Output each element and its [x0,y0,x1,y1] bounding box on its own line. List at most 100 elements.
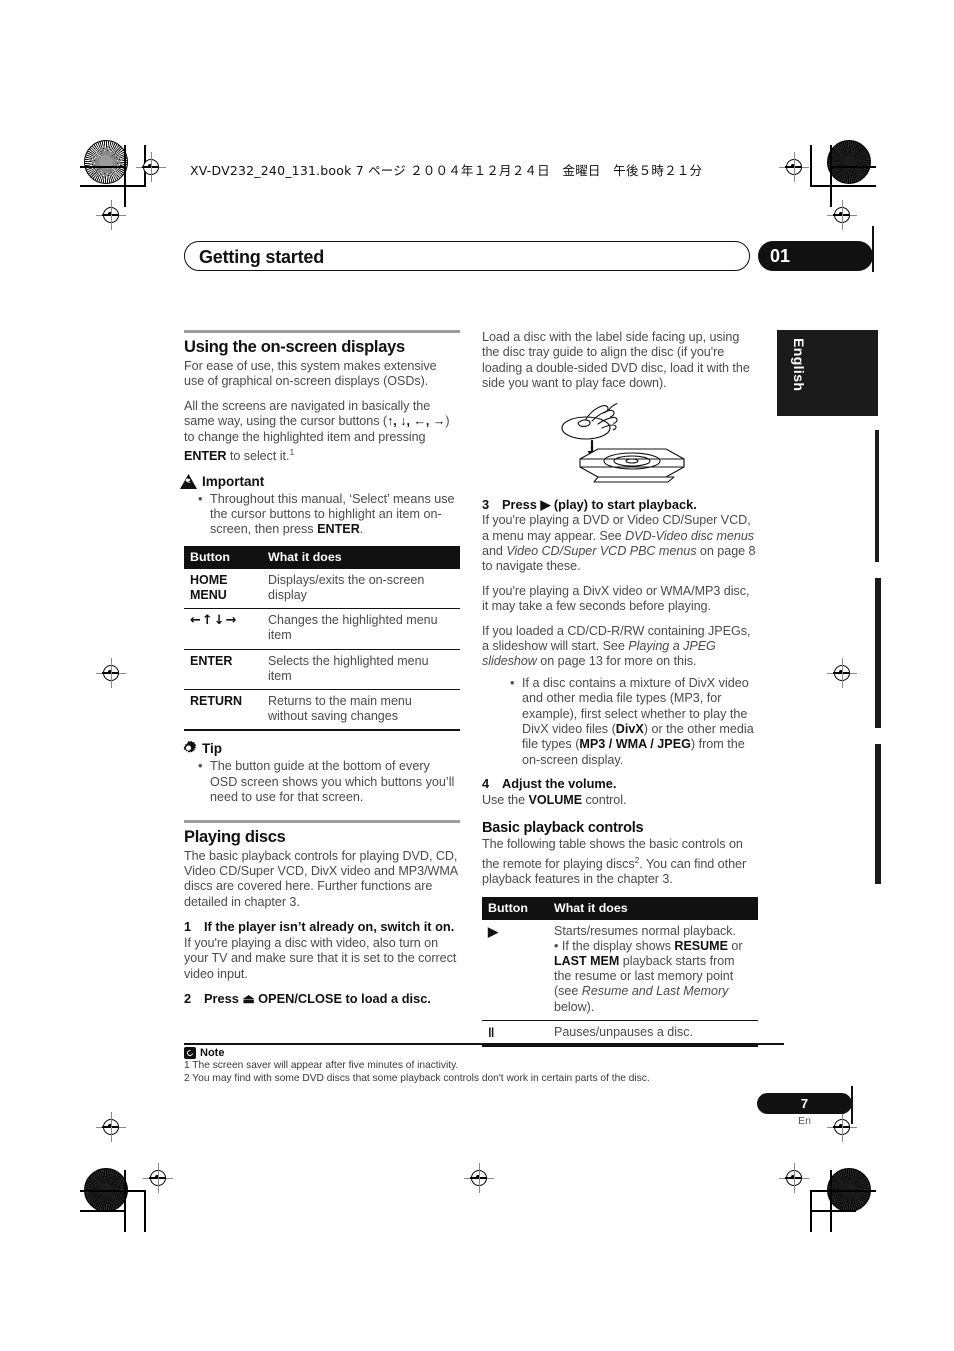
step-2-title: 2 Press ⏏ OPEN/CLOSE to load a disc. [184,991,460,1007]
important-callout: Important Throughout this manual, ‘Selec… [180,473,460,538]
crop-mark [80,1210,126,1212]
tip-callout-header: Tip [183,741,460,757]
registration-mark-bottom-center [464,1163,494,1193]
cursor-arrows-icon: ↑, ↓, ←, → [387,414,446,429]
step-4-number: 4 [482,776,490,792]
important-label: Important [202,473,265,489]
chapter-thumb-index-04 [875,744,881,884]
play-bullet-c: or [727,938,743,953]
step-1-text: If the player isn’t already on, switch i… [204,919,455,935]
registration-mark-left-middle [96,658,126,688]
column-header-what-it-does: What it does [548,896,758,920]
column-header-button: Button [184,545,262,569]
ref-resume-last-memory: Resume and Last Memory [581,984,729,999]
heading-playing-discs: Playing discs [184,827,286,846]
gear-icon [183,741,197,754]
ref-vcd-pbc-menus: Video CD/Super VCD PBC menus [506,543,697,558]
play-bullet-a: If the display shows [561,938,675,953]
warning-triangle-icon [180,473,197,489]
step-3-paragraph-1: If you're playing a DVD or Video CD/Supe… [482,513,758,575]
table-row: ENTER Selects the highlighted menu item [184,649,460,691]
step4-a: Use the [482,792,529,807]
open-close-eject-icon: ⏏ [242,990,255,1006]
title-edge-rule [872,226,874,272]
table-row: RETURN Returns to the main menu without … [184,689,460,732]
osd-navigation-paragraph: All the screens are navigated in basical… [184,399,460,465]
osd-button-table: Button What it does HOME MENU Displays/ex… [184,545,460,732]
tip-callout: Tip The button guide at the bottom of ev… [183,741,460,805]
note-icon [184,1047,196,1059]
footnotes-rule [184,1043,784,1045]
registration-rosette-top-left [84,140,128,184]
cursor-arrows-icon: ←↑↓→ [190,613,238,629]
crop-mark [80,185,146,187]
button-key-cursor-arrows: ←↑↓→ [184,608,262,650]
crop-mark [810,185,876,187]
footnotes-block: Note 1 The screen saver will appear afte… [184,1043,784,1085]
crop-mark [810,1190,876,1192]
hand-loading-disc-icon [561,402,685,483]
step-4-body: Use the VOLUME control. [482,793,758,808]
play-desc-line1: Starts/resumes normal playback. [554,923,737,938]
step-1-body: If you're playing a disc with video, als… [184,935,457,981]
crop-mark [830,166,876,168]
left-column: Using the on-screen displays For ease of… [180,330,460,1007]
load-disc-paragraph: Load a disc with the label side facing u… [482,330,750,391]
registration-mark-bottom-right [779,1163,809,1193]
list-item: If a disc contains a mixture of DivX vid… [510,676,758,768]
important-bullet-list: Throughout this manual, ‘Select’ means u… [184,492,460,538]
step-3-title: 3 Press ▶ (play) to start playback. [482,497,758,513]
note-header: Note [184,1047,784,1059]
playing-discs-intro: The basic playback controls for playing … [184,848,458,909]
page-number: 7 [800,1096,809,1111]
registration-mark-right-middle [827,658,857,688]
registration-mark-top-right [779,152,809,182]
resume-label: RESUME [674,938,728,953]
button-desc-enter: Selects the highlighted menu item [262,649,460,691]
nav-text-c: to select it. [226,449,290,464]
disc-loading-illustration [482,401,758,485]
registration-mark-left-upper [96,200,126,230]
divx-label: DivX [615,722,644,736]
step3-p1-b: and [482,543,507,558]
step3-p3-b: on page 13 for more on this. [536,654,697,669]
column-header-button: Button [482,896,548,920]
footnote-1: 1 The screen saver will appear after fiv… [184,1060,459,1071]
crop-mark [810,145,812,187]
table-row: HOME MENU Displays/exits the on-screen di… [184,568,460,610]
crop-mark [830,145,832,207]
crop-mark [830,1170,832,1232]
language-thumb-tab: English [777,330,878,416]
step-3-bullet-list: If a disc contains a mixture of DivX vid… [482,676,758,768]
column-header-what-it-does: What it does [262,545,460,569]
basic-playback-intro: The following table shows the basic cont… [482,837,758,887]
language-tab-label: English [791,338,807,392]
table-row: ←↑↓→ Changes the highlighted menu item [184,608,460,650]
crop-mark [810,1210,856,1212]
important-enter-label: ENTER [317,522,360,537]
heading-using-osd: Using the on-screen displays [184,338,405,356]
registration-mark-left-lower [96,1112,126,1142]
enter-key-label: ENTER [184,449,227,464]
chapter-thumb-index-02 [875,430,879,562]
volume-label: VOLUME [528,792,583,807]
table-row: ▶ Starts/resumes normal playback. • If t… [482,919,758,1021]
registration-mark-right-upper [827,200,857,230]
step-3-paragraph-3: If you loaded a CD/CD-R/RW containing JP… [482,624,758,670]
step-4-title: 4 Adjust the volume. [482,776,758,792]
page-edge-rule [851,1086,853,1124]
button-desc-cursor-arrows: Changes the highlighted menu item [262,608,460,650]
right-column: Load a disc with the label side facing u… [482,330,758,1055]
button-desc-return: Returns to the main menu without saving … [262,689,460,732]
tip-bullet-list: The button guide at the bottom of every … [184,759,460,805]
section-rule [184,819,460,823]
mp3-wma-jpeg-label: MP3 / WMA / JPEG [579,737,691,752]
button-key-home-menu: HOME MENU [184,568,262,610]
registration-rosette-top-right [827,140,871,184]
crop-mark [80,1190,146,1192]
step-3-number: 3 [482,496,490,512]
tip-label: Tip [202,741,222,757]
page-number-chip: 7 [757,1093,852,1114]
step-2-text-b: OPEN/CLOSE to load a disc. [254,990,431,1006]
heading-basic-playback-controls: Basic playback controls [482,820,644,837]
